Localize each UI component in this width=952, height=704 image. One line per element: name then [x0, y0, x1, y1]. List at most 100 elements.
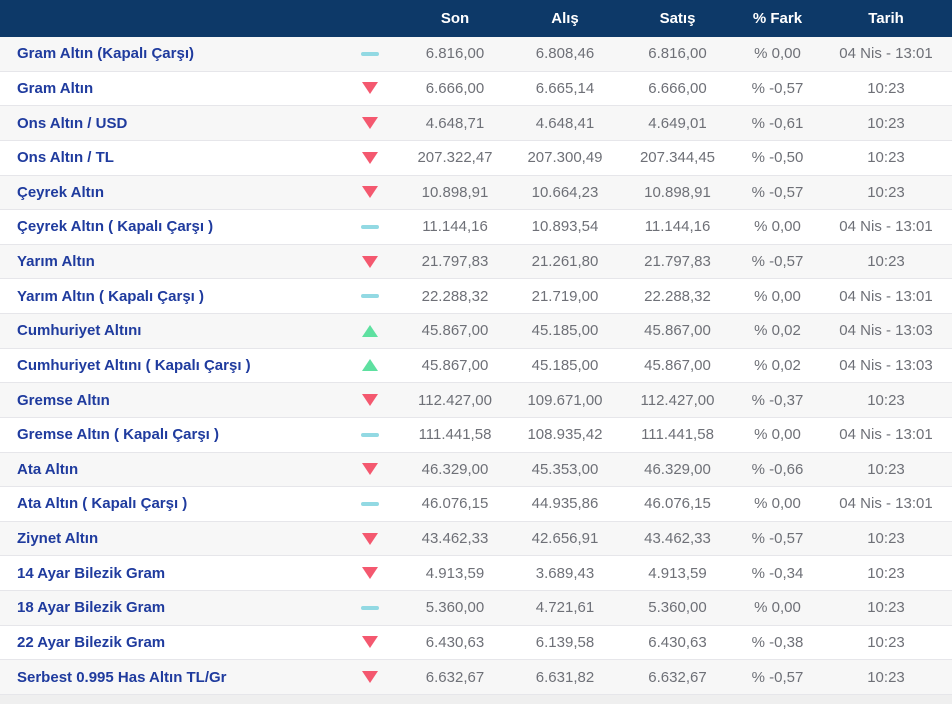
header-cell-alis: Alış [551, 10, 579, 27]
table-row[interactable]: Serbest 0.995 Has Altın TL/Gr 6.632,67 6… [0, 660, 952, 695]
trend-down-icon [362, 463, 378, 476]
trend-cell [340, 671, 400, 684]
table-row[interactable]: Çeyrek Altın 10.898,91 10.664,23 10.898,… [0, 175, 952, 211]
instrument-name-cell: Ons Altın / TL [0, 149, 340, 166]
alis-value: 6.665,14 [535, 79, 595, 97]
fark-value: % 0,00 [754, 426, 801, 444]
trend-cell [340, 636, 400, 649]
instrument-name-cell: 14 Ayar Bilezik Gram [0, 565, 340, 582]
alis-value: 4.721,61 [535, 599, 595, 617]
trend-cell [340, 294, 400, 299]
tarih-value: 10:23 [867, 253, 905, 271]
instrument-link[interactable]: Ons Altın / USD [17, 115, 127, 132]
table-row[interactable]: Ons Altın / TL 207.322,47 207.300,49 207… [0, 140, 952, 176]
satis-value: 46.076,15 [644, 495, 711, 513]
trend-cell [340, 359, 400, 372]
fark-value: % -0,57 [751, 668, 804, 686]
alis-value: 45.185,00 [531, 322, 599, 340]
instrument-link[interactable]: 22 Ayar Bilezik Gram [17, 634, 165, 651]
instrument-link[interactable]: Cumhuriyet Altını [17, 322, 141, 339]
trend-flat-icon [361, 605, 379, 610]
son-value: 46.329,00 [421, 460, 489, 478]
alis-value: 21.719,00 [531, 287, 599, 305]
instrument-link[interactable]: Gram Altın [17, 80, 93, 97]
instrument-link[interactable]: Yarım Altın ( Kapalı Çarşı ) [17, 288, 204, 305]
instrument-link[interactable]: Gremse Altın ( Kapalı Çarşı ) [17, 426, 219, 443]
tarih-value: 04 Nis - 13:01 [839, 287, 933, 305]
table-row[interactable]: 18 Ayar Bilezik Gram 5.360,00 4.721,61 5… [0, 591, 952, 626]
instrument-link[interactable]: Ziynet Altın [17, 530, 98, 547]
tarih-value: 10:23 [867, 79, 905, 97]
tarih-value: 04 Nis - 13:01 [839, 495, 933, 513]
instrument-link[interactable]: Serbest 0.995 Has Altın TL/Gr [17, 669, 227, 686]
table-row[interactable]: Ziynet Altın 43.462,33 42.656,91 43.462,… [0, 521, 952, 557]
instrument-link[interactable]: Ata Altın ( Kapalı Çarşı ) [17, 495, 187, 512]
trend-cell [340, 51, 400, 56]
trend-cell [340, 117, 400, 130]
trend-down-icon [362, 394, 378, 407]
table-row[interactable]: Cumhuriyet Altını ( Kapalı Çarşı ) 45.86… [0, 348, 952, 384]
alis-value: 21.261,80 [531, 253, 599, 271]
instrument-link[interactable]: Ata Altın [17, 461, 78, 478]
alis-value: 45.185,00 [531, 356, 599, 374]
trend-flat-icon [361, 51, 379, 56]
instrument-name-cell: Ata Altın [0, 461, 340, 478]
instrument-link[interactable]: Yarım Altın [17, 253, 95, 270]
trend-cell [340, 324, 400, 337]
table-row[interactable]: Ons Altın / USD 4.648,71 4.648,41 4.649,… [0, 106, 952, 141]
table-row[interactable]: Yarım Altın ( Kapalı Çarşı ) 22.288,32 2… [0, 279, 952, 314]
instrument-name-cell: Yarım Altın ( Kapalı Çarşı ) [0, 288, 340, 305]
instrument-name-cell: Çeyrek Altın ( Kapalı Çarşı ) [0, 218, 340, 235]
table-row[interactable]: Ata Altın ( Kapalı Çarşı ) 46.076,15 44.… [0, 487, 952, 522]
satis-value: 21.797,83 [644, 253, 711, 271]
son-value: 6.430,63 [425, 633, 485, 651]
satis-value: 207.344,45 [639, 149, 716, 167]
table-row[interactable]: Gram Altın 6.666,00 6.665,14 6.666,00 % … [0, 71, 952, 107]
trend-flat-icon [361, 432, 379, 437]
son-value: 45.867,00 [421, 356, 489, 374]
instrument-link[interactable]: Gremse Altın [17, 392, 110, 409]
fark-value: % -0,61 [751, 114, 804, 132]
son-value: 5.360,00 [425, 599, 485, 617]
trend-up-icon [362, 359, 378, 372]
trend-down-icon [362, 255, 378, 268]
instrument-link[interactable]: 18 Ayar Bilezik Gram [17, 599, 165, 616]
instrument-link[interactable]: Gram Altın (Kapalı Çarşı) [17, 45, 194, 62]
table-row[interactable]: Çeyrek Altın ( Kapalı Çarşı ) 11.144,16 … [0, 210, 952, 245]
trend-down-icon [362, 671, 378, 684]
fark-value: % 0,00 [754, 45, 801, 63]
table-row[interactable]: 14 Ayar Bilezik Gram 4.913,59 3.689,43 4… [0, 556, 952, 591]
table-row[interactable]: Ata Altın 46.329,00 45.353,00 46.329,00 … [0, 452, 952, 488]
header-cell-satis: Satış [659, 10, 696, 27]
trend-cell [340, 567, 400, 580]
table-row[interactable]: Gremse Altın ( Kapalı Çarşı ) 111.441,58… [0, 417, 952, 453]
tarih-value: 04 Nis - 13:03 [839, 322, 933, 340]
table-row[interactable]: Cumhuriyet Altını 45.867,00 45.185,00 45… [0, 314, 952, 349]
table-row[interactable]: 22 Ayar Bilezik Gram 6.430,63 6.139,58 6… [0, 625, 952, 661]
tarih-value: 10:23 [867, 564, 905, 582]
instrument-link[interactable]: Cumhuriyet Altını ( Kapalı Çarşı ) [17, 357, 251, 374]
header-cell-son: Son [440, 10, 470, 27]
son-value: 112.427,00 [418, 391, 492, 409]
instrument-link[interactable]: Çeyrek Altın [17, 184, 104, 201]
gold-prices-table: Son Alış Satış % Fark Tarih Gram Altın (… [0, 0, 952, 704]
table-row[interactable]: Gremse Altın 112.427,00 109.671,00 112.4… [0, 383, 952, 418]
trend-down-icon [362, 151, 378, 164]
trend-down-icon [362, 117, 378, 130]
trend-cell [340, 151, 400, 164]
table-row[interactable]: Yarım Altın 21.797,83 21.261,80 21.797,8… [0, 244, 952, 280]
instrument-name-cell: Gram Altın [0, 80, 340, 97]
son-value: 6.816,00 [425, 45, 485, 63]
alis-value: 6.139,58 [535, 633, 595, 651]
instrument-link[interactable]: Çeyrek Altın ( Kapalı Çarşı ) [17, 218, 213, 235]
tarih-value: 10:23 [867, 668, 905, 686]
alis-value: 10.893,54 [531, 218, 599, 236]
son-value: 21.797,83 [421, 253, 489, 271]
instrument-link[interactable]: 14 Ayar Bilezik Gram [17, 565, 165, 582]
table-row[interactable]: Gram Altın (Kapalı Çarşı) 6.816,00 6.808… [0, 37, 952, 72]
fark-value: % -0,57 [751, 530, 804, 548]
alis-value: 3.689,43 [535, 564, 595, 582]
instrument-link[interactable]: Ons Altın / TL [17, 149, 114, 166]
instrument-name-cell: Çeyrek Altın [0, 184, 340, 201]
fark-value: % -0,66 [751, 460, 804, 478]
